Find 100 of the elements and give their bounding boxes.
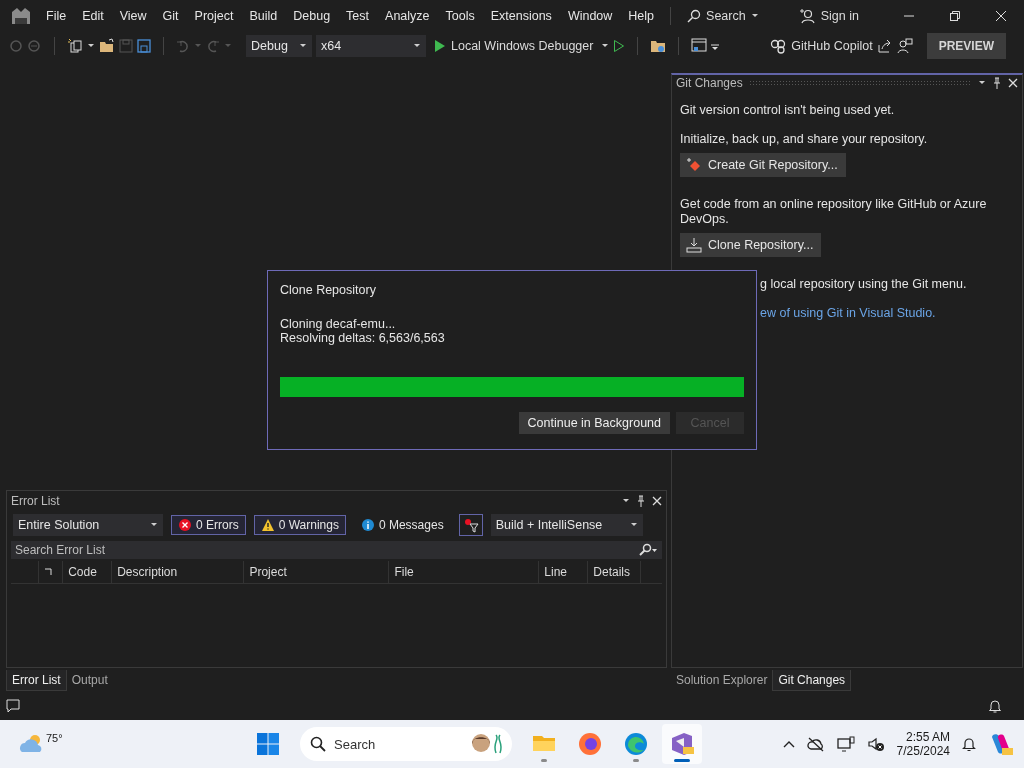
- create-repository-button[interactable]: Create Git Repository...: [680, 153, 846, 177]
- help-link[interactable]: ew of using Git in Visual Studio.: [760, 306, 1024, 321]
- caret-icon[interactable]: [978, 79, 986, 87]
- menu-item[interactable]: Analyze: [377, 9, 438, 23]
- caret-icon: [413, 42, 421, 50]
- column-header[interactable]: Details: [587, 561, 641, 583]
- notification-icon[interactable]: [962, 736, 976, 752]
- app-logo-icon: [10, 6, 32, 26]
- close-icon[interactable]: [1008, 78, 1018, 88]
- menu-item[interactable]: Debug: [285, 9, 339, 23]
- share-icon[interactable]: [876, 38, 893, 54]
- filter-button[interactable]: [458, 514, 483, 536]
- cloud-off-icon[interactable]: [806, 736, 825, 752]
- temperature-text: 75°: [46, 732, 63, 744]
- caret-icon: [299, 42, 307, 50]
- info-text: Git version control isn't being used yet.: [680, 103, 896, 118]
- column-header[interactable]: Description: [111, 561, 244, 583]
- caret-icon: [601, 42, 610, 50]
- volume-muted-icon[interactable]: [866, 736, 885, 752]
- column-header[interactable]: Code: [62, 561, 112, 583]
- panel-tab[interactable]: Solution Explorer: [671, 670, 773, 690]
- new-item-icon[interactable]: [67, 38, 83, 54]
- taskbar-search-field[interactable]: Search: [300, 727, 512, 761]
- menu-item[interactable]: Help: [620, 9, 663, 23]
- caret-icon: [150, 521, 158, 529]
- info-text: g local repository using the Git menu.: [760, 277, 968, 292]
- caret-icon: [194, 42, 202, 50]
- menu-item[interactable]: View: [111, 9, 155, 23]
- scope-dropdown[interactable]: Entire Solution: [13, 514, 163, 536]
- caret-icon: [750, 12, 759, 20]
- feedback-person-icon[interactable]: [896, 38, 913, 54]
- dialog-button[interactable]: Continue in Background: [518, 412, 670, 434]
- menu-item[interactable]: Test: [338, 9, 378, 23]
- restore-icon: [950, 11, 960, 21]
- close-icon: [996, 11, 1006, 21]
- dialog-title: Clone Repository: [280, 283, 377, 297]
- search-icon: [687, 9, 702, 23]
- edge-icon: [622, 730, 650, 758]
- overflow-icon[interactable]: [711, 41, 720, 51]
- menu-item[interactable]: Extensions: [482, 9, 560, 23]
- copilot-icon: [770, 38, 787, 54]
- search-field[interactable]: Search Error List: [11, 541, 662, 559]
- sign-in-button[interactable]: Sign in: [788, 8, 869, 24]
- copilot-button[interactable]: GitHub Copilot: [770, 38, 873, 54]
- panel-title: Error List: [11, 494, 60, 508]
- filter-toggle[interactable]: 0 Messages: [353, 515, 451, 535]
- windows-icon: [256, 732, 280, 756]
- platform-dropdown[interactable]: x64: [316, 35, 426, 57]
- column-header[interactable]: File: [388, 561, 539, 583]
- notification-icon[interactable]: [988, 699, 1002, 713]
- sort-icon[interactable]: [43, 568, 52, 576]
- status-text: Resolving deltas: 6,563/6,563: [280, 331, 446, 345]
- status-text: Cloning decaf-emu...: [280, 317, 397, 331]
- window-layout-icon[interactable]: [691, 38, 708, 54]
- menu-item[interactable]: Build: [241, 9, 286, 23]
- search-icon[interactable]: [638, 543, 658, 557]
- open-folder-icon[interactable]: [99, 38, 115, 54]
- info-text: Get code from an online repository like GitHub or Azure DevOps.: [680, 197, 988, 227]
- menu-item[interactable]: Git: [154, 9, 187, 23]
- filter-icon: [462, 517, 479, 533]
- clone-repository-button[interactable]: Clone Repository...: [680, 233, 822, 257]
- menu-item[interactable]: File: [38, 9, 75, 23]
- folder-icon[interactable]: [650, 38, 667, 54]
- menu-item[interactable]: Tools: [437, 9, 483, 23]
- column-header[interactable]: Line: [538, 561, 588, 583]
- clock-date[interactable]: 7/25/2024: [896, 744, 950, 758]
- clock-time[interactable]: 2:55 AM: [905, 730, 950, 744]
- message-icon: [360, 518, 375, 532]
- filter-toggle[interactable]: 0 Warnings: [253, 515, 346, 535]
- pin-icon[interactable]: [636, 495, 646, 507]
- start-debugging-button[interactable]: Local Windows Debugger: [430, 39, 598, 53]
- save-all-icon[interactable]: [137, 39, 151, 53]
- panel-tab[interactable]: Git Changes: [772, 669, 852, 691]
- source-dropdown[interactable]: Build + IntelliSense: [490, 514, 643, 536]
- caret-icon: [224, 42, 232, 50]
- panel-title: Git Changes: [676, 76, 743, 90]
- pin-icon[interactable]: [992, 77, 1002, 89]
- menu-item[interactable]: Edit: [74, 9, 112, 23]
- panel-tab[interactable]: Error List: [6, 669, 67, 691]
- column-header[interactable]: Project: [243, 561, 389, 583]
- caret-icon: [629, 521, 638, 529]
- search-icon: [310, 736, 326, 752]
- caret-icon[interactable]: [622, 497, 630, 505]
- download-icon: [686, 237, 702, 253]
- panel-tab[interactable]: Output: [66, 670, 113, 690]
- close-icon[interactable]: [652, 496, 662, 506]
- feedback-icon[interactable]: [6, 699, 20, 713]
- search-menu[interactable]: Search: [679, 9, 767, 23]
- play-outline-icon[interactable]: [613, 39, 626, 53]
- taskbar-app[interactable]: [662, 724, 702, 764]
- preview-badge: PREVIEW: [926, 33, 1006, 59]
- person-icon: [798, 8, 815, 24]
- filter-toggle[interactable]: 0 Errors: [171, 515, 246, 535]
- menu-item[interactable]: Project: [186, 9, 242, 23]
- network-icon[interactable]: [836, 736, 855, 752]
- chevron-up-icon[interactable]: [782, 740, 795, 748]
- caret-icon: [87, 42, 95, 50]
- menu-item[interactable]: Window: [559, 9, 621, 23]
- git-repo-icon: [686, 157, 702, 173]
- configuration-dropdown[interactable]: Debug: [246, 35, 312, 57]
